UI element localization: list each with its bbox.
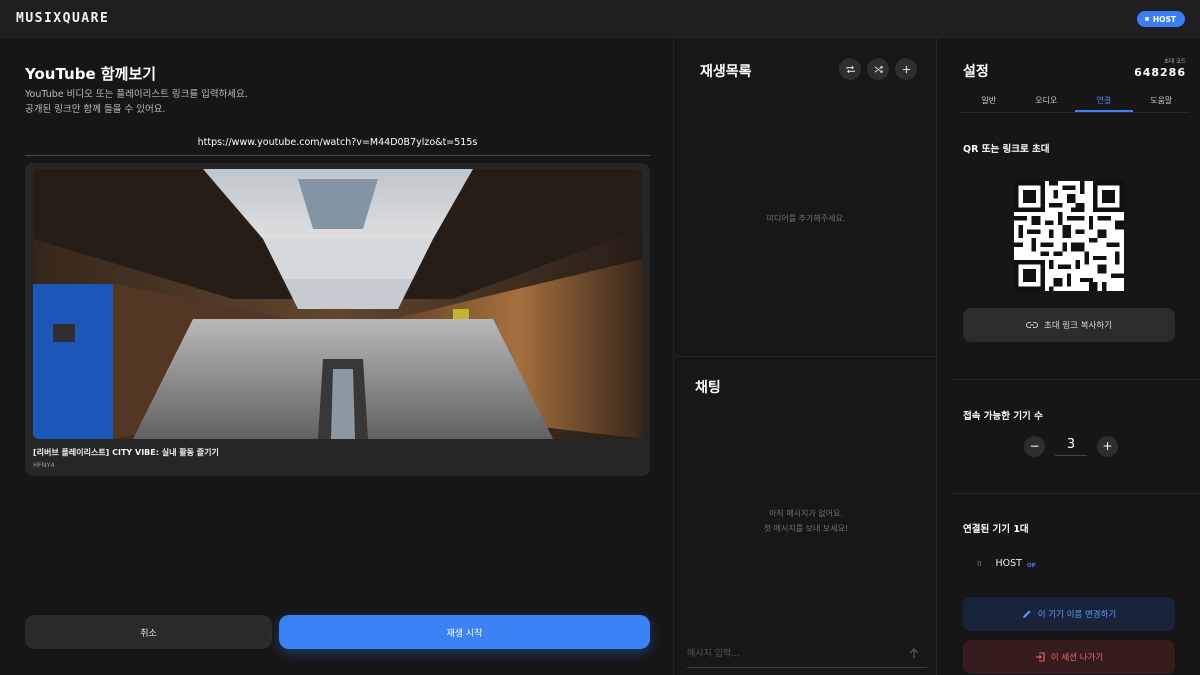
invite-code: 648286 <box>1134 66 1186 79</box>
host-badge-label: HOST <box>1152 14 1176 24</box>
chat-title: 채팅 <box>695 380 721 396</box>
start-playback-button[interactable]: 재생 시작 <box>279 615 650 649</box>
invite-code-label: 초대 코드 <box>1164 59 1186 65</box>
qr-code <box>1014 181 1124 291</box>
settings-tabs: 일반 오디오 연결 도움말 <box>960 93 1190 113</box>
leave-session-button[interactable]: 이 세션 나가기 <box>963 640 1175 674</box>
copy-invite-link-button[interactable]: 초대 링크 복사하기 <box>963 308 1175 342</box>
youtube-panel: YouTube 함께보기 YouTube 비디오 또는 플레이리스트 링크를 입… <box>0 38 674 675</box>
youtube-panel-title: YouTube 함께보기 <box>25 65 157 83</box>
top-bar: MUSIXQUARE HOST <box>0 0 1200 38</box>
leave-session-label: 이 세션 나가기 <box>1050 653 1104 663</box>
plus-icon <box>902 65 910 73</box>
qr-invite-title: QR 또는 링크로 초대 <box>963 144 1050 155</box>
copy-invite-link-label: 초대 링크 복사하기 <box>1044 321 1112 331</box>
repeat-button[interactable] <box>839 58 861 80</box>
tab-connection[interactable]: 연결 <box>1075 93 1133 112</box>
rename-device-label: 이 기기 이름 변경하기 <box>1037 610 1117 620</box>
rename-device-button[interactable]: 이 기기 이름 변경하기 <box>963 597 1175 631</box>
divider <box>952 379 1200 380</box>
playlist-chat-panel: 재생목록 미디어를 추가해주세요. 채팅 아직 메시지가 없어요. 첫 메시지를… <box>675 38 937 675</box>
description-line-2: 공개된 링크만 함께 들을 수 있어요. <box>25 104 166 115</box>
device-limit-title: 접속 가능한 기기 수 <box>963 411 1043 422</box>
tab-general[interactable]: 일반 <box>960 93 1018 112</box>
chat-message-input[interactable] <box>687 640 927 668</box>
device-limit-stepper: − 3 + <box>1024 436 1118 457</box>
divider <box>952 493 1200 494</box>
tab-audio[interactable]: 오디오 <box>1018 93 1076 112</box>
video-channel: HFNY4 <box>33 461 55 469</box>
status-dot-icon <box>1144 17 1149 21</box>
increase-button[interactable]: + <box>1097 436 1118 457</box>
description-line-1: YouTube 비디오 또는 플레이리스트 링크를 입력하세요. <box>25 89 248 100</box>
shuffle-icon <box>874 65 883 73</box>
device-name: HOST <box>995 558 1022 569</box>
device-list-item: 0 HOST OP <box>977 558 1036 569</box>
chat-empty-line-1: 아직 메시지가 없어요. <box>769 509 843 518</box>
youtube-url-input[interactable] <box>25 130 650 156</box>
video-title: [리버브 플레이리스트] CITY VIBE: 실내 활동 즐기기 <box>33 448 219 457</box>
host-badge: HOST <box>1136 11 1185 27</box>
cancel-button[interactable]: 취소 <box>25 615 272 649</box>
decrease-button[interactable]: − <box>1024 436 1045 457</box>
chat-empty-text: 아직 메시지가 없어요. 첫 메시지를 보내 보세요! <box>675 506 937 536</box>
video-preview-card[interactable]: [리버브 플레이리스트] CITY VIBE: 실내 활동 즐기기 HFNY4 <box>25 163 650 476</box>
divider <box>675 356 937 357</box>
video-thumbnail[interactable] <box>33 169 642 439</box>
device-index: 0 <box>977 559 982 568</box>
playlist-empty-text: 미디어를 추가해주세요. <box>766 214 846 223</box>
shuffle-button[interactable] <box>867 58 889 80</box>
device-op-badge: OP <box>1026 562 1036 569</box>
pencil-icon <box>1022 610 1031 618</box>
connected-devices-title: 연결된 기기 1대 <box>963 524 1029 535</box>
youtube-panel-description: YouTube 비디오 또는 플레이리스트 링크를 입력하세요. 공개된 링크만… <box>25 87 248 117</box>
link-icon <box>1026 322 1038 328</box>
exit-icon <box>1035 652 1045 662</box>
chat-empty-line-2: 첫 메시지를 보내 보세요! <box>763 524 849 533</box>
add-media-button[interactable] <box>895 58 917 80</box>
device-limit-value[interactable]: 3 <box>1055 437 1087 456</box>
settings-panel: 설정 초대 코드 648286 일반 오디오 연결 도움말 QR 또는 링크로 … <box>938 38 1200 675</box>
tab-help[interactable]: 도움말 <box>1133 93 1191 112</box>
app-logo: MUSIXQUARE <box>16 11 110 26</box>
repeat-icon <box>845 65 855 73</box>
send-arrow-icon[interactable] <box>907 646 921 660</box>
settings-title: 설정 <box>963 64 989 80</box>
playlist-title: 재생목록 <box>700 64 752 80</box>
